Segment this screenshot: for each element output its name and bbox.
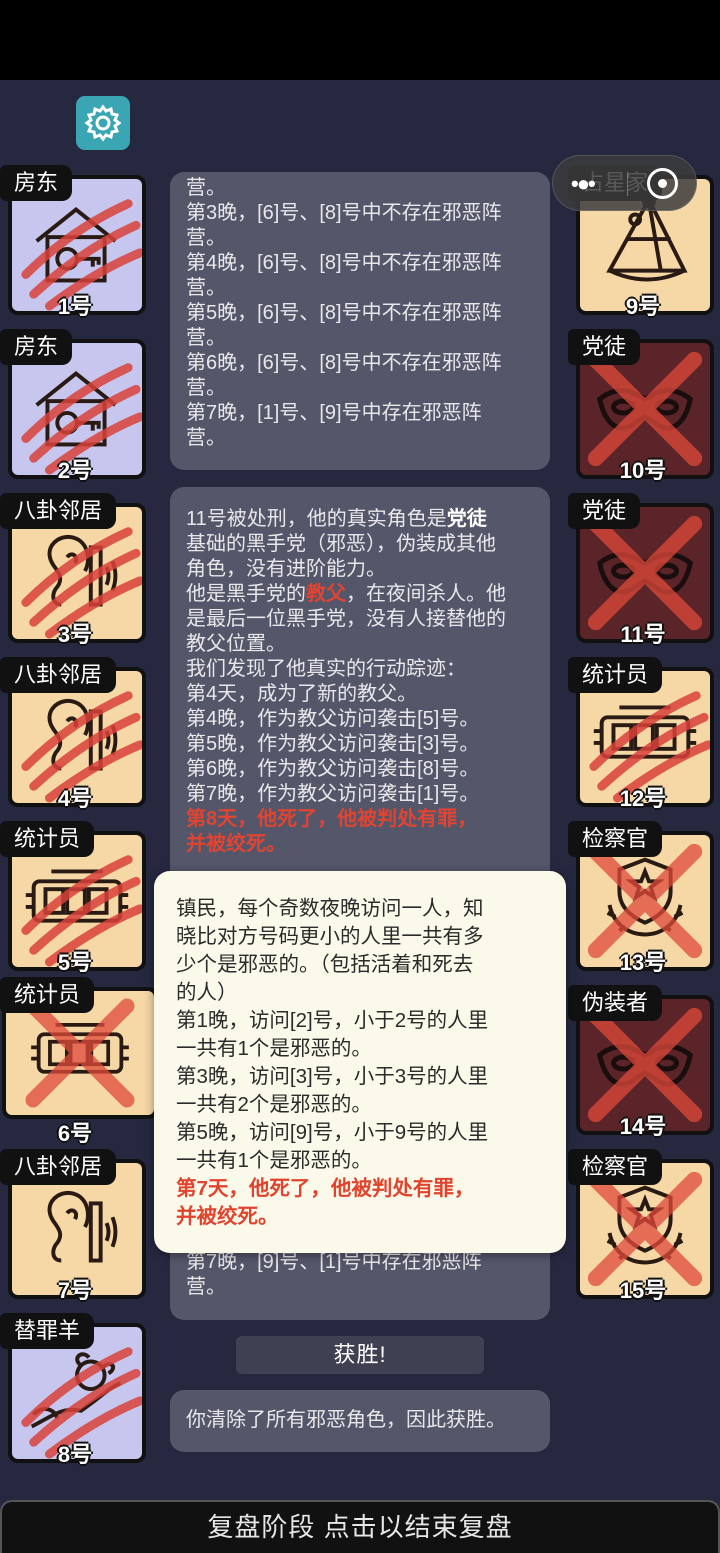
player-number: 2号	[57, 458, 93, 483]
player-card-11[interactable]: 党徒 11号	[568, 493, 718, 647]
log-text: 第4晚，[6]号、[8]号中不存在邪恶阵	[186, 252, 502, 274]
log-text: 第4天，成为了新的教父。	[186, 683, 418, 705]
player-card-14[interactable]: 伪装者 14号	[568, 985, 718, 1139]
log-text: 第7晚，作为教父访问袭击[1]号。	[186, 783, 480, 805]
status-bar	[0, 0, 720, 80]
player-card-6[interactable]: 统计员 6号	[0, 977, 160, 1146]
log-text: 晓比对方号码更小的人里一共有多	[176, 925, 484, 948]
player-card-1[interactable]: 房东 1号	[0, 165, 150, 319]
final-panel: 你清除了所有邪恶角色，因此获胜。	[170, 1390, 550, 1452]
player-number: 9号	[625, 294, 661, 319]
log-text: 营。	[186, 227, 226, 249]
role-label: 八卦邻居	[0, 493, 117, 529]
log-text: 少个是邪恶的。（包括活着和死去	[176, 953, 474, 976]
log-text: 第6晚，[6]号、[8]号中不存在邪恶阵	[186, 352, 502, 374]
log-text: 基础的黑手党（邪恶），伪装成其他	[186, 533, 496, 555]
player-card-2[interactable]: 房东 2号	[0, 329, 150, 483]
player-number: 4号	[57, 786, 93, 811]
more-dots-icon[interactable]: •●•	[571, 171, 596, 197]
log-text: 营。	[186, 427, 226, 449]
log-text: ，在夜间杀人。他	[346, 583, 506, 605]
role-label: 房东	[0, 329, 73, 365]
player-number: 5号	[57, 950, 93, 975]
log-text: 第7晚，[1]号、[9]号中存在邪恶阵	[186, 402, 482, 424]
victory-label: 获胜!	[236, 1336, 484, 1374]
role-label: 八卦邻居	[0, 657, 117, 693]
log-text: 的人）	[176, 981, 238, 1004]
role-highlight: 教父	[306, 583, 346, 605]
final-text: 你清除了所有邪恶角色，因此获胜。	[186, 1409, 506, 1431]
log-text: 营。	[186, 1276, 226, 1298]
death-text: 第7天，他死了，他被判处有罪，	[176, 1177, 475, 1200]
player-card-8[interactable]: 替罪羊 8号	[0, 1313, 150, 1467]
player-number: 14号	[619, 1114, 667, 1139]
log-text: 第3晚，[6]号、[8]号中不存在邪恶阵	[186, 202, 502, 224]
log-text: 是最后一位黑手党，没有人接替他的	[186, 608, 506, 630]
player-number: 10号	[619, 458, 667, 483]
log-panel-1: 营。 第3晚，[6]号、[8]号中不存在邪恶阵 营。 第4晚，[6]号、[8]号中不存…	[170, 172, 550, 470]
player-number: 7号	[57, 1278, 93, 1303]
gear-icon	[84, 104, 122, 142]
role-label: 检察官	[568, 1149, 663, 1185]
player-card-3[interactable]: 八卦邻居 3号	[0, 493, 150, 647]
log-text: 营。	[186, 327, 226, 349]
player-card-13[interactable]: 检察官 13号	[568, 821, 718, 975]
role-label: 替罪羊	[0, 1313, 95, 1349]
target-close-icon[interactable]	[647, 168, 678, 199]
log-text: 我们发现了他真实的行动踪迹：	[186, 658, 466, 680]
end-review-button[interactable]: 复盘阶段 点击以结束复盘	[0, 1500, 720, 1553]
log-text: 教父位置。	[186, 633, 286, 655]
log-text: 一共有2个是邪恶的。	[176, 1093, 372, 1116]
player-card-4[interactable]: 八卦邻居 4号	[0, 657, 150, 811]
log-text: 第5晚，作为教父访问袭击[3]号。	[186, 733, 480, 755]
log-text: 第3晚，访问[3]号，小于3号的人里	[176, 1065, 489, 1088]
player-number: 1号	[57, 294, 93, 319]
death-text: 并被绞死。	[176, 1205, 279, 1228]
miniprogram-capsule: •●•	[552, 155, 697, 211]
role-name: 党徒	[446, 508, 487, 530]
player-number: 12号	[619, 786, 667, 811]
settings-button[interactable]	[76, 96, 130, 150]
capsule-divider	[627, 172, 628, 196]
log-text: 11号被处刑，他的真实角色是	[186, 508, 447, 530]
log-text: 第7晚，[9]号、[1]号中存在邪恶阵	[186, 1251, 482, 1273]
death-text: 第8天，他死了，他被判处有罪，	[186, 808, 478, 830]
role-tooltip: 镇民，每个奇数夜晚访问一人，知 晓比对方号码更小的人里一共有多 少个是邪恶的。（包括…	[154, 871, 566, 1253]
player-card-10[interactable]: 党徒 10号	[568, 329, 718, 483]
log-panel-2: 11号被处刑，他的真实角色是党徒 基础的黑手党（邪恶），伪装成其他 角色，没有进…	[170, 487, 550, 887]
player-card-5[interactable]: 统计员 5号	[0, 821, 150, 975]
player-number: 15号	[619, 1278, 667, 1303]
log-text: 营。	[186, 377, 226, 399]
role-label: 统计员	[568, 657, 663, 693]
player-number: 8号	[57, 1442, 93, 1467]
log-text: 角色，没有进阶能力。	[186, 558, 386, 580]
log-text: 第6晚，作为教父访问袭击[8]号。	[186, 758, 480, 780]
role-label: 党徒	[568, 329, 641, 365]
log-text: 第4晚，作为教父访问袭击[5]号。	[186, 708, 480, 730]
role-label: 伪装者	[568, 985, 663, 1021]
role-label: 房东	[0, 165, 73, 201]
role-label: 检察官	[568, 821, 663, 857]
role-label: 党徒	[568, 493, 641, 529]
player-number: 3号	[57, 622, 93, 647]
player-card-12[interactable]: 统计员 12号	[568, 657, 718, 811]
log-text: 一共有1个是邪恶的。	[176, 1037, 372, 1060]
player-number: 11号	[620, 622, 666, 647]
log-text: 镇民，每个奇数夜晚访问一人，知	[176, 897, 484, 920]
role-label: 统计员	[0, 977, 95, 1013]
player-card-15[interactable]: 检察官 15号	[568, 1149, 718, 1303]
player-number: 13号	[619, 950, 667, 975]
death-text: 并被绞死。	[186, 833, 286, 855]
log-text: 第5晚，访问[9]号，小于9号的人里	[176, 1121, 489, 1144]
player-number: 6号	[57, 1121, 93, 1146]
log-text: 一共有1个是邪恶的。	[176, 1149, 372, 1172]
log-text: 第5晚，[6]号、[8]号中不存在邪恶阵	[186, 302, 502, 324]
role-label: 八卦邻居	[0, 1149, 117, 1185]
log-text: 他是黑手党的	[186, 583, 306, 605]
player-card-7[interactable]: 八卦邻居 7号	[0, 1149, 150, 1303]
log-text: 营。	[186, 277, 226, 299]
role-label: 统计员	[0, 821, 95, 857]
log-text: 第1晚，访问[2]号，小于2号的人里	[176, 1009, 489, 1032]
log-text: 营。	[186, 177, 226, 199]
